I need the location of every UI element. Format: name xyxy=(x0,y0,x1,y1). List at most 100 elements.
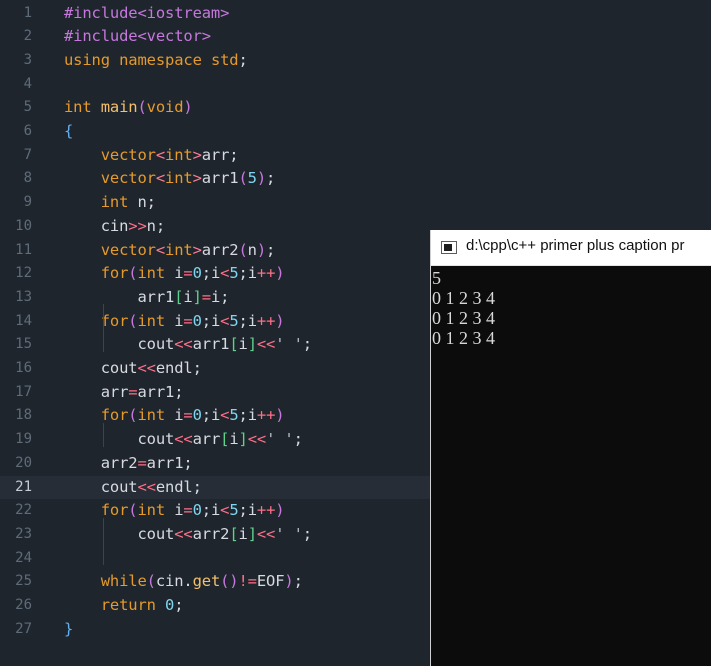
code-token: int xyxy=(165,240,193,259)
code-text[interactable]: arr1[i]=i; xyxy=(64,286,229,310)
code-token: < xyxy=(137,27,147,46)
code-text[interactable]: #include<iostream> xyxy=(64,2,229,26)
line-number: 3 xyxy=(23,51,32,68)
code-token: << xyxy=(174,430,193,449)
code-token: n xyxy=(146,216,156,235)
code-token: ; xyxy=(266,240,276,259)
code-text[interactable]: cout<<arr1[i]<<' '; xyxy=(64,333,312,357)
code-token: } xyxy=(64,619,74,638)
code-text[interactable]: { xyxy=(64,120,73,144)
code-token: ++ xyxy=(256,501,276,520)
code-token: namespace xyxy=(119,50,202,69)
code-text[interactable]: cout<<arr2[i]<<' '; xyxy=(64,523,312,547)
code-token: for xyxy=(100,311,129,330)
code-token: != xyxy=(238,572,258,591)
code-text[interactable]: for(int i=0;i<5;i++) xyxy=(64,310,285,334)
code-token: ; xyxy=(238,264,248,283)
code-text[interactable]: int n; xyxy=(64,191,156,215)
code-text[interactable]: for(int i=0;i<5;i++) xyxy=(64,262,285,286)
code-token: i xyxy=(210,264,221,283)
code-token: int xyxy=(165,145,193,164)
console-titlebar[interactable]: d:\cpp\c++ primer plus caption pr xyxy=(431,230,711,266)
code-token: [ xyxy=(229,524,239,543)
code-text[interactable]: vector<int>arr1(5); xyxy=(64,167,276,191)
code-line[interactable]: 8 vector<int>arr1(5); xyxy=(0,167,711,191)
code-line[interactable]: 4 xyxy=(0,73,711,97)
code-line[interactable]: 2 #include<vector> xyxy=(0,25,711,49)
code-text[interactable]: vector<int>arr; xyxy=(64,144,239,168)
code-line[interactable]: 9 int n; xyxy=(0,191,711,215)
code-token: 5 xyxy=(229,264,239,283)
code-token: ( xyxy=(137,98,147,117)
code-token: ] xyxy=(247,524,257,543)
code-line[interactable]: 1 #include<iostream> xyxy=(0,2,711,26)
code-token: arr2 xyxy=(201,240,239,259)
code-token: ) xyxy=(284,572,294,591)
code-line[interactable]: 6{ xyxy=(0,120,711,144)
line-number: 2 xyxy=(23,28,32,45)
console-window[interactable]: d:\cpp\c++ primer plus caption pr 5 0 1 … xyxy=(430,230,711,666)
code-text[interactable]: cout<<endl; xyxy=(64,476,202,500)
code-text[interactable]: return 0; xyxy=(64,594,184,618)
code-token: arr1 xyxy=(146,453,184,472)
code-token: < xyxy=(220,406,230,425)
code-text[interactable]: int main(void) xyxy=(64,96,193,120)
code-token: cout xyxy=(100,359,138,377)
code-text[interactable]: using namespace std; xyxy=(64,49,248,73)
line-number: 11 xyxy=(15,241,32,258)
code-token: ; xyxy=(146,193,156,212)
code-token: ] xyxy=(192,287,202,306)
code-token: i xyxy=(238,335,248,354)
code-line[interactable]: 5 int main(void) xyxy=(0,96,711,120)
code-token: ; xyxy=(201,501,211,520)
code-token: vector xyxy=(100,145,156,164)
code-token: < xyxy=(220,501,230,520)
code-token: ; xyxy=(302,335,312,354)
line-number: 6 xyxy=(23,123,32,139)
code-token: > xyxy=(192,145,202,164)
code-token: ) xyxy=(256,169,267,188)
code-token: 5 xyxy=(229,311,239,330)
code-token: ; xyxy=(238,501,248,520)
line-number: 1 xyxy=(23,4,32,21)
code-text[interactable]: cout<<endl; xyxy=(64,357,202,381)
code-token: = xyxy=(183,311,193,330)
indent-guide xyxy=(103,304,104,328)
code-text[interactable]: vector<int>arr2(n); xyxy=(64,239,276,263)
code-text[interactable]: while(cin.get()!=EOF); xyxy=(64,570,303,594)
code-text[interactable]: cout<<arr[i]<<' '; xyxy=(64,428,302,452)
code-token: int xyxy=(100,193,129,212)
code-token: ++ xyxy=(256,406,276,425)
code-text[interactable]: for(int i=0;i<5;i++) xyxy=(64,404,285,428)
console-output[interactable]: 5 0 1 2 3 4 0 1 2 3 4 0 1 2 3 4 xyxy=(431,268,711,666)
code-token: << xyxy=(256,524,276,543)
code-token: cout xyxy=(100,477,138,496)
line-number: 15 xyxy=(15,336,32,353)
code-text[interactable]: } xyxy=(64,618,73,642)
code-token: i xyxy=(165,406,184,425)
code-line[interactable]: 7 vector<int>arr; xyxy=(0,144,711,168)
line-number: 13 xyxy=(15,288,32,305)
code-token: ++ xyxy=(256,264,276,283)
indent-guide xyxy=(103,328,104,352)
code-text[interactable]: arr2=arr1; xyxy=(64,452,193,476)
code-line[interactable]: 3 using namespace std; xyxy=(0,49,711,73)
code-token: ) xyxy=(256,240,267,259)
code-text[interactable]: arr=arr1; xyxy=(64,381,184,405)
code-token: arr xyxy=(201,145,230,164)
line-number: 22 xyxy=(15,502,32,519)
code-text[interactable]: for(int i=0;i<5;i++) xyxy=(64,499,285,523)
line-number: 7 xyxy=(23,146,32,163)
code-text[interactable]: cin>>n; xyxy=(64,215,165,239)
code-text[interactable]: #include<vector> xyxy=(64,25,211,49)
code-token: i xyxy=(210,501,221,520)
code-token: << xyxy=(174,335,193,354)
